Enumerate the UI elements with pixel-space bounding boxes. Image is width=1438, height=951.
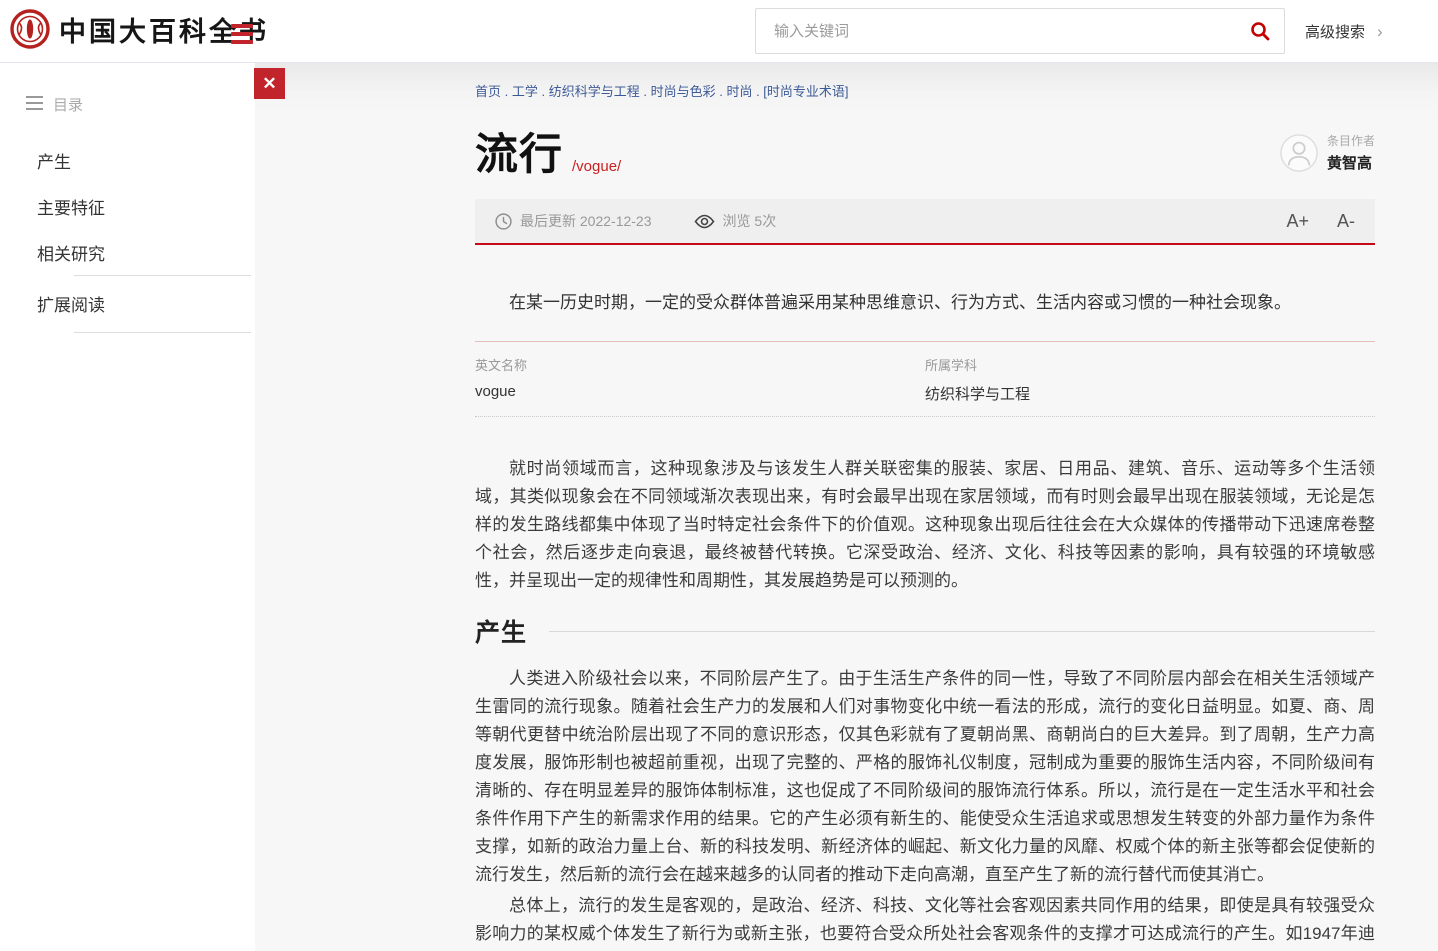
sidebar-divider xyxy=(74,332,251,333)
last-updated: 最后更新 2022-12-23 xyxy=(495,211,652,231)
paragraph-origin-1: 人类进入阶级社会以来，不同阶层产生了。由于生活生产条件的同一性，导致了不同阶层内… xyxy=(475,665,1375,889)
author-name[interactable]: 黄智高 xyxy=(1327,152,1375,173)
close-icon: ✕ xyxy=(262,74,276,93)
sidebar-divider xyxy=(74,275,251,276)
encyclopedia-seal-icon xyxy=(10,9,50,49)
view-count: 浏览 5次 xyxy=(694,211,777,231)
paragraph-origin-2: 总体上，流行的发生是客观的，是政治、经济、科技、文化等社会客观因素共同作用的结果… xyxy=(475,892,1375,951)
paragraph-text: 总体上，流行的发生是客观的，是政治、经济、科技、文化等社会客观因素共同作用的结果… xyxy=(475,896,1375,951)
breadcrumb-link-fashion[interactable]: 时尚 xyxy=(726,84,752,99)
sidebar-item-related-research[interactable]: 相关研究 xyxy=(37,240,105,265)
chevron-right-icon: › xyxy=(1377,23,1383,40)
toc-header: 目录 xyxy=(0,63,255,115)
menu-icon[interactable] xyxy=(231,24,253,48)
last-updated-date: 2022-12-23 xyxy=(580,213,652,229)
search-button[interactable] xyxy=(1236,9,1284,53)
author-avatar-icon xyxy=(1280,134,1318,172)
breadcrumb: 首页 . 工学 . 纺织科学与工程 . 时尚与色彩 . 时尚 . [时尚专业术语… xyxy=(475,63,1375,100)
breadcrumb-link-textile-science[interactable]: 纺织科学与工程 xyxy=(549,84,640,99)
views-value: 5次 xyxy=(754,211,776,231)
breadcrumb-separator: . xyxy=(716,84,727,99)
author-card: 条目作者 黄智高 xyxy=(1280,132,1375,173)
field-discipline: 所属学科 纺织科学与工程 xyxy=(925,355,1375,404)
article-meta-bar: 最后更新 2022-12-23 浏览 5次 A+ A- xyxy=(475,199,1375,245)
toc-list-icon[interactable] xyxy=(26,96,43,114)
article-summary: 在某一历史时期，一定的受众群体普遍采用某种思维意识、行为方式、生活内容或习惯的一… xyxy=(475,289,1375,317)
sidebar-item-origin[interactable]: 产生 xyxy=(37,148,71,173)
search-box xyxy=(755,8,1285,54)
breadcrumb-separator: . xyxy=(640,84,651,99)
breadcrumb-separator: . xyxy=(501,84,512,99)
breadcrumb-separator: . xyxy=(538,84,549,99)
section-heading-origin: 产生 xyxy=(475,613,1375,649)
breadcrumb-separator: . xyxy=(752,84,763,99)
page-title-romanization: /vogue/ xyxy=(572,158,621,180)
last-updated-label: 最后更新 xyxy=(520,211,576,231)
toc-sidebar: 目录 产生 主要特征 相关研究 扩展阅读 xyxy=(0,63,255,951)
toc-title: 目录 xyxy=(53,94,83,115)
info-fields: 英文名称 vogue 所属学科 纺织科学与工程 xyxy=(475,342,1375,417)
clock-icon xyxy=(495,213,512,230)
field-english-name: 英文名称 vogue xyxy=(475,355,925,404)
field-value: vogue xyxy=(475,383,925,400)
font-increase-button[interactable]: A+ xyxy=(1286,211,1309,232)
breadcrumb-link-fashion-color[interactable]: 时尚与色彩 xyxy=(651,84,716,99)
sidebar-item-extended-reading[interactable]: 扩展阅读 xyxy=(37,291,105,316)
font-decrease-button[interactable]: A- xyxy=(1337,211,1355,232)
field-label: 所属学科 xyxy=(925,355,1375,374)
breadcrumb-link-engineering[interactable]: 工学 xyxy=(512,84,538,99)
close-sidebar-button[interactable]: ✕ xyxy=(254,68,285,99)
section-heading-text: 产生 xyxy=(475,613,527,649)
advanced-search-link[interactable]: 高级搜索 › xyxy=(1305,0,1383,63)
eye-icon xyxy=(694,214,715,229)
breadcrumb-link-home[interactable]: 首页 xyxy=(475,84,501,99)
top-header: 中国大百科全书 高级搜索 › xyxy=(0,0,1438,63)
field-value: 纺织科学与工程 xyxy=(925,383,1375,404)
page-title: 流行 xyxy=(475,130,563,180)
paragraph-overview: 就时尚领域而言，这种现象涉及与该发生人群关联密集的服装、家居、日用品、建筑、音乐… xyxy=(475,455,1375,595)
breadcrumb-category-tag[interactable]: [时尚专业术语] xyxy=(763,84,848,99)
section-heading-rule xyxy=(549,631,1375,632)
views-label: 浏览 xyxy=(723,211,751,231)
sidebar-item-main-features[interactable]: 主要特征 xyxy=(37,194,105,219)
field-label: 英文名称 xyxy=(475,355,925,374)
advanced-search-label: 高级搜索 xyxy=(1305,21,1365,42)
search-input[interactable] xyxy=(756,9,1236,53)
search-icon xyxy=(1250,21,1270,41)
author-label: 条目作者 xyxy=(1327,132,1375,149)
article-content: 首页 . 工学 . 纺织科学与工程 . 时尚与色彩 . 时尚 . [时尚专业术语… xyxy=(475,63,1375,951)
